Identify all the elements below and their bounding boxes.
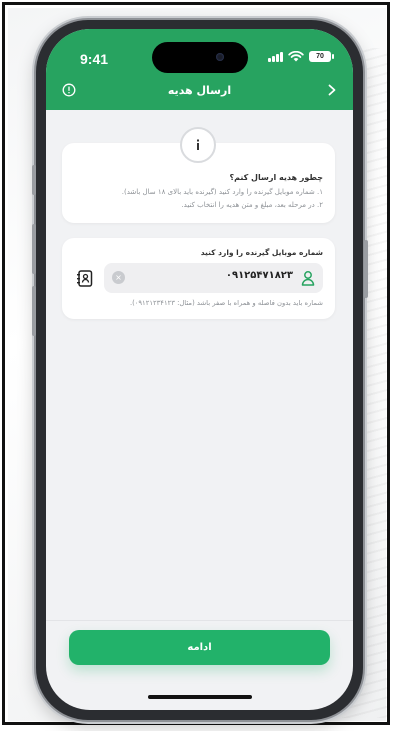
clear-input-icon[interactable]: ×	[112, 271, 125, 284]
phone-side-button	[32, 165, 36, 195]
app-header: 9:41 70 ارسال هدیه	[46, 29, 353, 110]
chevron-right-icon[interactable]	[325, 83, 339, 97]
info-glyph-icon	[197, 139, 199, 150]
info-title: چطور هدیه ارسال کنم؟	[229, 173, 323, 182]
phone-volume-down-button	[32, 286, 36, 336]
cellular-signal-icon	[268, 51, 283, 62]
phone-hint: شماره باید بدون فاصله و همراه با صفر باش…	[129, 299, 323, 307]
wifi-icon	[288, 51, 304, 62]
battery-level: 70	[316, 53, 324, 60]
phone-field-label: شماره موبایل گیرنده را وارد کنید	[200, 248, 323, 257]
dynamic-island	[152, 42, 248, 73]
info-icon	[180, 127, 216, 163]
recipient-phone-card: شماره موبایل گیرنده را وارد کنید × ۰۹۱۲۵…	[62, 238, 335, 319]
continue-button[interactable]: ادامه	[69, 630, 330, 665]
camera-dot	[216, 53, 224, 61]
status-time: 9:41	[80, 51, 109, 67]
user-icon	[301, 271, 315, 286]
home-indicator	[148, 695, 252, 699]
status-indicators: 70	[268, 51, 334, 62]
phone-number-value: ۰۹۱۲۵۴۷۱۸۲۳	[225, 270, 293, 281]
page-title: ارسال هدیه	[167, 84, 232, 97]
info-step-2: ۲. در مرحله بعد، مبلغ و متن هدیه را انتخ…	[181, 201, 323, 209]
phone-screen: 9:41 70 ارسال هدیه چطور هدیه ارسال کنم؟ …	[46, 29, 353, 710]
phone-power-button	[364, 240, 368, 298]
contacts-book-icon[interactable]	[76, 270, 94, 287]
info-step-1: ۱. شماره موبایل گیرنده را وارد کنید (گیر…	[121, 188, 323, 196]
phone-number-input[interactable]: × ۰۹۱۲۵۴۷۱۸۲۳	[104, 263, 323, 293]
battery-icon: 70	[309, 51, 334, 62]
footer-divider	[46, 620, 353, 621]
phone-volume-up-button	[32, 224, 36, 274]
